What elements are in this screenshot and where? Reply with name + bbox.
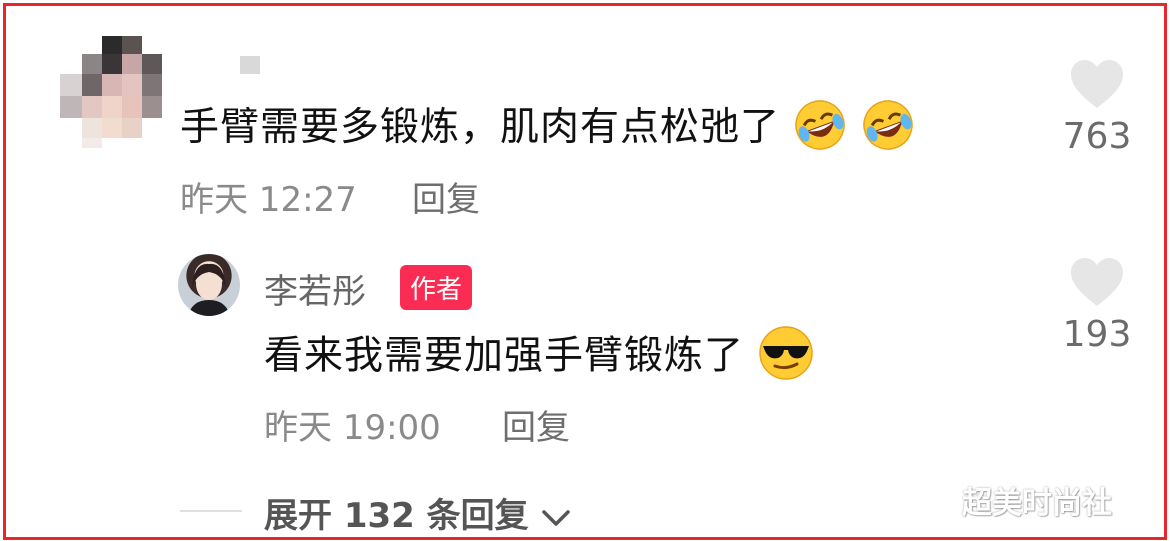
reply-text-body: 看来我需要加强手臂锻炼了 [264,333,745,379]
comment-text-body: 手臂需要多锻炼，肌肉有点松弛了 [180,105,781,150]
reply-text: 看来我需要加强手臂锻炼了 [264,324,815,392]
reply-author-avatar[interactable] [178,254,240,316]
comment-like-button[interactable]: 763 [1052,58,1142,157]
heart-icon[interactable] [1069,256,1125,308]
reply-author-name[interactable]: 李若彤 [264,264,366,313]
comment-reply-button[interactable]: 回复 [412,172,480,221]
commenter-avatar-blurred[interactable] [60,36,162,148]
reply-timestamp: 昨天 19:00 [264,408,441,448]
expand-replies-button[interactable]: 展开 132 条回复 [264,488,571,537]
reply-like-button[interactable]: 193 [1052,256,1142,355]
rolling-laughing-emoji [861,98,915,162]
chevron-down-icon [541,509,570,526]
sunglasses-emoji [757,324,815,392]
reply-like-count: 193 [1062,314,1132,355]
expand-replies-label: 展开 132 条回复 [264,496,529,536]
screenshot-frame [3,3,1167,540]
commenter-username-blurred[interactable] [240,56,260,74]
comment-text: 手臂需要多锻炼，肌肉有点松弛了 [180,96,915,162]
expand-divider [180,510,242,512]
comment-timestamp: 昨天 12:27 [180,180,357,220]
author-badge: 作者 [400,265,473,310]
comment-like-count: 763 [1062,116,1132,157]
rolling-laughing-emoji [793,98,847,162]
reply-reply-button[interactable]: 回复 [502,400,570,449]
heart-icon[interactable] [1069,58,1125,110]
watermark: 超美时尚社 [962,486,1112,521]
